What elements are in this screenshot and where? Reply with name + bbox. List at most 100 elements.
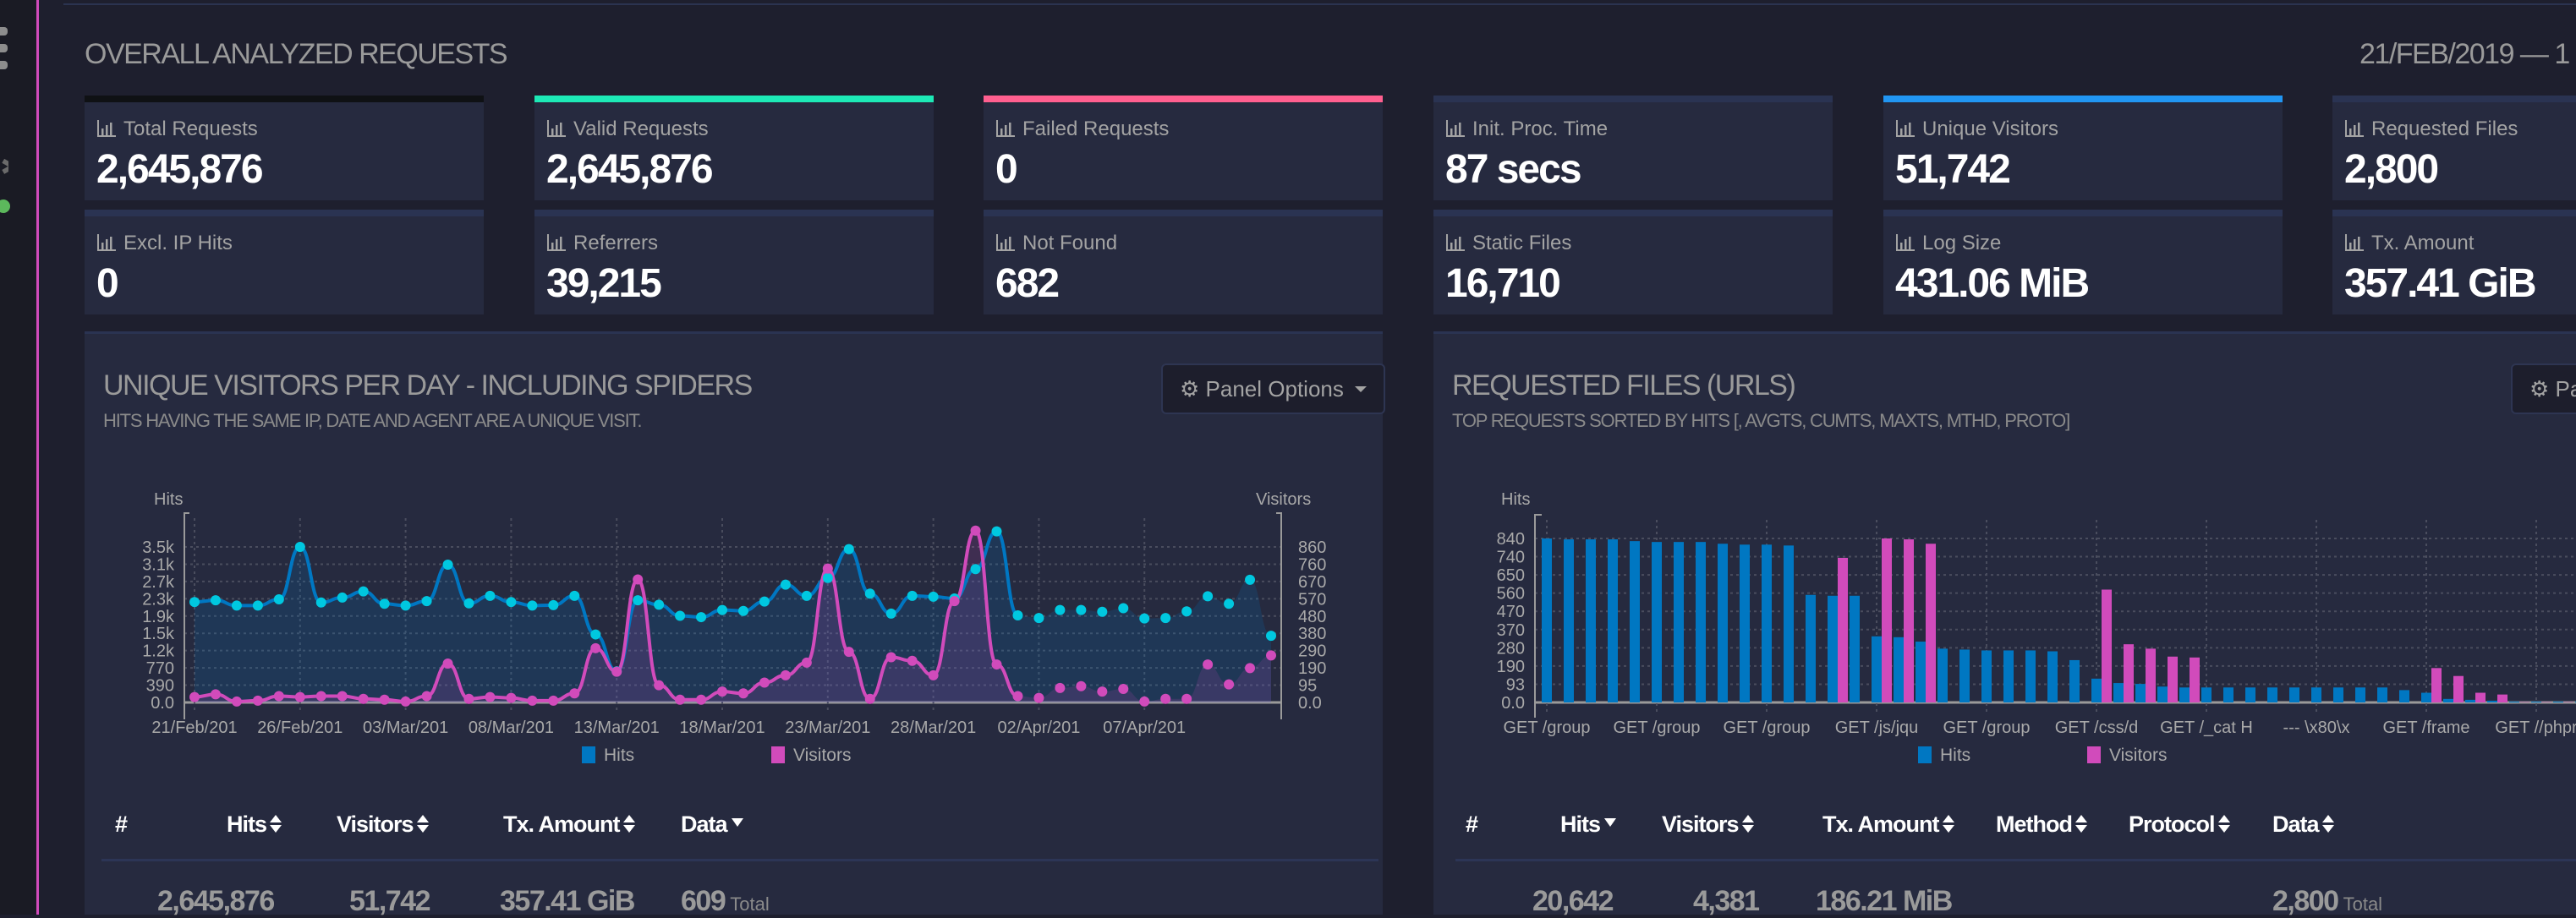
th-hits[interactable]: Hits xyxy=(227,811,282,838)
bar-hits xyxy=(2113,683,2124,702)
hits-point xyxy=(253,600,263,610)
visitors-point xyxy=(1181,694,1192,704)
bar-visitors xyxy=(2190,658,2200,702)
bar-visitors xyxy=(1838,558,1848,702)
y-tick-label: 0.0 xyxy=(151,694,174,713)
hits-point xyxy=(590,630,600,640)
y2-tick-label: 670 xyxy=(1298,573,1326,592)
visitors-panel: UNIQUE VISITORS PER DAY - INCLUDING SPID… xyxy=(85,331,1383,915)
y-tick-label: 190 xyxy=(1497,658,1525,676)
stat-card: Static Files16,710 xyxy=(1433,210,1833,314)
hits-point xyxy=(1033,613,1044,623)
x-tick-label: GET //phpr xyxy=(2495,719,2576,737)
th-data[interactable]: Data xyxy=(2272,811,2334,838)
panel-options-label: Pa xyxy=(2556,376,2576,402)
visitors-point xyxy=(422,691,432,702)
visitors-point xyxy=(506,693,516,703)
th-hits-label: Hits xyxy=(1560,811,1600,837)
bar-visitors xyxy=(2124,644,2134,702)
gear-icon[interactable]: ✱ xyxy=(0,149,8,186)
stat-label: Total Requests xyxy=(96,117,258,141)
hits-point xyxy=(463,598,474,609)
x-tick-label: 03/Mar/201 xyxy=(363,719,448,737)
visitors-point xyxy=(1245,663,1255,673)
th-visitors[interactable]: Visitors xyxy=(1662,811,1754,838)
legend-swatch-hits xyxy=(582,746,595,763)
hits-point xyxy=(654,599,664,609)
th-method[interactable]: Method xyxy=(1996,811,2087,838)
total-data-suffix: Total xyxy=(730,893,769,915)
y2-tick-label: 0.0 xyxy=(1298,694,1322,713)
x-tick-label: GET /group xyxy=(1943,719,2030,737)
x-tick-label: 18/Mar/201 xyxy=(679,719,765,737)
bar-hits xyxy=(1894,637,1904,702)
visitors-point xyxy=(295,692,305,702)
hits-point xyxy=(1266,631,1276,641)
visitors-point xyxy=(527,696,537,706)
stat-label-text: Init. Proc. Time xyxy=(1472,117,1608,140)
hits-point xyxy=(401,600,411,610)
y2-tick-label: 290 xyxy=(1298,642,1326,661)
bar-hits xyxy=(2377,687,2387,702)
th-hits[interactable]: Hits xyxy=(1560,811,1616,838)
bar-hits xyxy=(2223,687,2233,702)
hits-point xyxy=(1012,610,1022,620)
th-tx-amount[interactable]: Tx. Amount xyxy=(503,811,635,838)
visitors-point xyxy=(633,575,643,585)
th-visitors[interactable]: Visitors xyxy=(337,811,429,838)
y-tick-label: 650 xyxy=(1497,566,1525,585)
visitors-point xyxy=(992,659,1002,669)
y-tick-label: 3.5k xyxy=(142,538,175,557)
y2-tick-label: 760 xyxy=(1298,555,1326,574)
bar-hits xyxy=(2245,687,2255,702)
bar-hits xyxy=(2047,652,2058,702)
th-protocol[interactable]: Protocol xyxy=(2129,811,2230,838)
hits-point xyxy=(844,544,854,555)
visitors-point xyxy=(569,688,579,698)
visitors-point xyxy=(232,697,242,707)
th-tx-amount[interactable]: Tx. Amount xyxy=(1822,811,1954,838)
hits-point xyxy=(865,588,875,598)
bar-hits xyxy=(1937,648,1948,702)
th-tx-label: Tx. Amount xyxy=(1822,811,1939,837)
bar-hits xyxy=(2135,684,2146,702)
y2-tick-label: 190 xyxy=(1298,659,1326,678)
hits-point xyxy=(1139,614,1149,624)
th-visitors-label: Visitors xyxy=(337,811,414,837)
overview-title: OVERALL ANALYZED REQUESTS xyxy=(85,38,507,71)
visitors-point xyxy=(548,696,558,706)
hits-point xyxy=(274,594,284,604)
stat-label-text: Requested Files xyxy=(2371,117,2518,140)
bar-hits xyxy=(1784,545,1794,702)
th-data[interactable]: Data xyxy=(681,811,743,838)
bar-hits xyxy=(2355,687,2365,702)
legend-label-visitors: Visitors xyxy=(2109,746,2167,765)
bar-hits xyxy=(2267,687,2277,702)
y2-tick-label: 570 xyxy=(1298,590,1326,609)
bar-hits xyxy=(2311,687,2321,702)
th-index: # xyxy=(115,811,127,838)
bar-chart-icon xyxy=(1895,120,1916,137)
hamburger-bar xyxy=(0,61,8,69)
bar-chart-icon xyxy=(96,120,117,137)
hits-point xyxy=(971,564,981,574)
y-tick-label: 770 xyxy=(146,659,174,678)
stat-label-text: Tx. Amount xyxy=(2371,232,2474,254)
stat-label: Excl. IP Hits xyxy=(96,232,233,255)
bar-hits xyxy=(1696,542,1706,702)
hamburger-bar xyxy=(0,44,8,52)
panel-options-button[interactable]: ⚙ Panel Options xyxy=(1161,363,1385,414)
bar-hits xyxy=(2179,687,2190,702)
bar-chart-icon xyxy=(995,120,1016,137)
bar-chart-icon xyxy=(546,234,567,251)
panel-options-button[interactable]: ⚙ Pa xyxy=(2511,363,2576,414)
panel-options-label: Panel Options xyxy=(1206,376,1344,402)
bar-visitors xyxy=(2453,676,2464,702)
visitors-point xyxy=(337,691,348,702)
y-axis-title: Hits xyxy=(154,490,183,509)
y-tick-label: 740 xyxy=(1497,549,1525,567)
th-index: # xyxy=(1466,811,1477,838)
th-visitors-label: Visitors xyxy=(1662,811,1739,837)
total-visitors: 51,742 xyxy=(349,885,430,918)
visitors-point xyxy=(696,695,706,705)
